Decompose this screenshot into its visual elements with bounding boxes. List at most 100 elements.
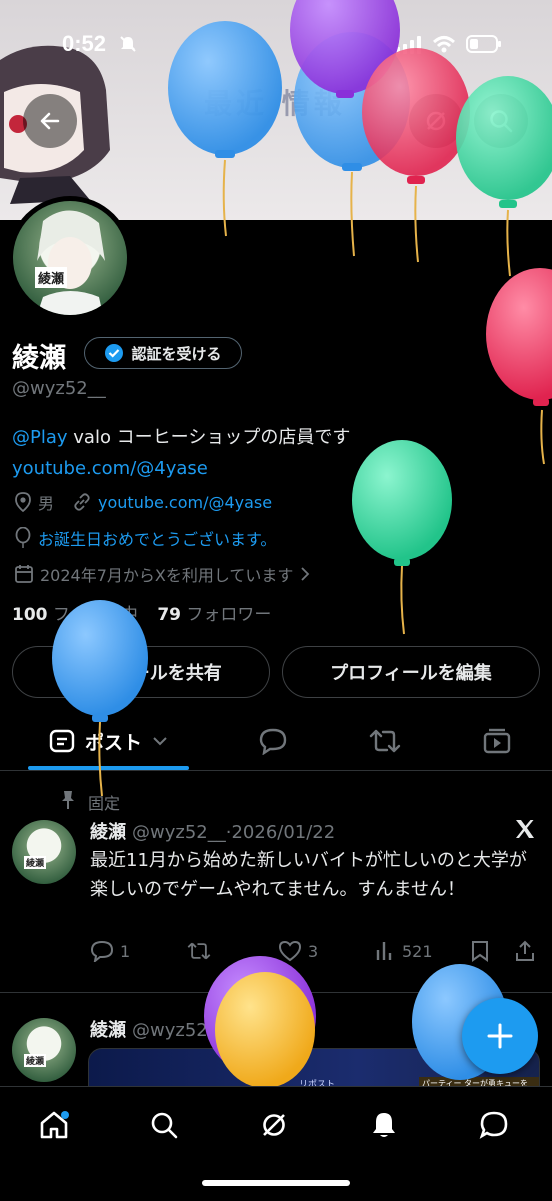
display-name: 綾瀬 xyxy=(12,343,66,374)
share-profile-button[interactable]: プロフィールを共有 xyxy=(12,646,270,698)
profile-meta-location-link: 男 youtube.com/@4yase xyxy=(14,490,272,514)
reply-count: 1 xyxy=(120,941,131,961)
signal-icon xyxy=(396,36,421,54)
profile-joined-row[interactable]: 2024年7月からXを利用しています xyxy=(14,562,311,586)
location-icon xyxy=(15,492,31,512)
following-link[interactable]: 100 フォロー中 xyxy=(12,605,138,625)
home-indicator xyxy=(202,1180,350,1186)
verified-badge-icon xyxy=(105,344,124,362)
follow-counts: 100 フォロー中 79 フォロワー xyxy=(12,600,271,625)
avatar-image: 綾瀬 xyxy=(13,201,127,315)
profile-tabs: ポスト xyxy=(0,712,552,771)
link-icon xyxy=(74,493,90,511)
profile-avatar[interactable]: 綾瀬 xyxy=(8,196,132,320)
nav-explore[interactable] xyxy=(144,1105,184,1145)
reply-button[interactable]: 1 xyxy=(90,940,130,962)
views-icon xyxy=(376,942,392,960)
plus-icon xyxy=(487,1023,513,1049)
replies-icon xyxy=(259,728,287,755)
chevron-right-icon xyxy=(301,567,310,581)
avatar-label: 綾瀬 xyxy=(35,267,68,288)
status-time: 0:52 xyxy=(62,31,107,56)
views-button[interactable]: 521 xyxy=(374,940,433,962)
repost-button[interactable] xyxy=(186,940,212,962)
back-arrow-icon xyxy=(40,112,60,130)
edit-profile-button[interactable]: プロフィールを編集 xyxy=(282,646,540,698)
bio-url-link[interactable]: youtube.com/@4yase xyxy=(12,458,208,479)
nav-grok[interactable] xyxy=(254,1105,294,1145)
profile-website-link[interactable]: youtube.com/@4yase xyxy=(98,493,272,512)
profile-handle: @wyz52__ xyxy=(12,378,106,399)
compose-post-button[interactable] xyxy=(462,998,538,1074)
post-date: ·2026/01/22 xyxy=(225,822,336,843)
post-avatar[interactable]: 綾瀬 xyxy=(12,820,76,884)
pinned-post[interactable]: 固定 綾瀬 綾瀬 @wyz52__·2026/01/22 最近11月から始めた新し… xyxy=(0,780,552,992)
pinned-label: 固定 xyxy=(88,794,121,813)
post-header: 綾瀬 @wyz52 xyxy=(90,1016,208,1042)
profile-joined: 2024年7月からXを利用しています xyxy=(40,566,294,585)
tab-active-indicator xyxy=(28,766,189,770)
reply-icon xyxy=(90,940,114,962)
tab-replies[interactable] xyxy=(244,712,302,770)
nav-home[interactable] xyxy=(34,1105,74,1145)
explore-icon xyxy=(151,1112,178,1139)
bookmark-icon xyxy=(472,941,488,962)
followers-count: 79 xyxy=(157,605,181,625)
like-icon xyxy=(278,940,302,962)
back-button[interactable] xyxy=(23,94,77,148)
post-author-handle: @wyz52 xyxy=(132,1020,208,1041)
post-author-name[interactable]: 綾瀬 xyxy=(90,822,126,843)
battery-icon xyxy=(466,35,501,53)
wifi-icon xyxy=(432,36,456,53)
following-count: 100 xyxy=(12,605,48,625)
retweet-icon xyxy=(369,729,401,753)
profile-birthday-row: お誕生日おめでとうございます。 xyxy=(14,526,276,550)
views-count: 521 xyxy=(402,941,433,961)
notifications-icon xyxy=(373,1113,395,1137)
followers-label: フォロワー xyxy=(186,605,272,625)
search-icon xyxy=(490,110,513,133)
profile-birthday: お誕生日おめでとうございます。 xyxy=(38,530,277,549)
bookmark-button[interactable] xyxy=(470,940,490,962)
bio-text: valo コーヒーショップの店員です xyxy=(67,427,351,448)
like-button[interactable]: 3 xyxy=(278,940,318,962)
nav-messages[interactable] xyxy=(474,1105,514,1145)
nav-notifications[interactable] xyxy=(364,1105,404,1145)
tab-posts-label: ポスト xyxy=(84,731,142,754)
tab-reposts[interactable] xyxy=(356,712,414,770)
share-button[interactable] xyxy=(514,940,536,962)
profile-bio: @Play valo コーヒーショップの店員です youtube.com/@4y… xyxy=(12,422,532,484)
post-author-handle: @wyz52__ xyxy=(132,822,226,843)
tab-media[interactable] xyxy=(468,712,526,770)
post-header: 綾瀬 @wyz52__·2026/01/22 xyxy=(90,818,335,844)
bio-mention-link[interactable]: @Play xyxy=(12,427,68,448)
post-text: 最近11月から始めた新しいバイトが忙しいのと大学が楽しいのでゲームやれてません。… xyxy=(90,850,527,900)
grok-nav-icon xyxy=(263,1114,285,1136)
search-button[interactable] xyxy=(474,94,528,148)
followers-link[interactable]: 79 フォロワー xyxy=(157,605,271,625)
silent-mode-icon xyxy=(120,36,136,52)
pin-icon xyxy=(62,791,74,809)
media-icon xyxy=(483,728,511,754)
balloon-icon xyxy=(15,527,31,548)
calendar-icon xyxy=(15,565,33,583)
like-count: 3 xyxy=(308,941,319,961)
messages-icon xyxy=(479,1111,508,1139)
following-label: フォロー中 xyxy=(52,605,138,625)
post-avatar[interactable]: 綾瀬 xyxy=(12,1018,76,1082)
grok-button[interactable] xyxy=(409,94,463,148)
post-divider xyxy=(0,992,552,993)
post-author-name[interactable]: 綾瀬 xyxy=(90,1020,126,1041)
posts-icon xyxy=(49,729,75,753)
get-verified-label: 認証を受ける xyxy=(131,344,222,363)
chevron-down-icon[interactable] xyxy=(152,735,168,747)
status-bar: 0:52 xyxy=(0,0,552,92)
tab-posts[interactable]: ポスト xyxy=(28,712,189,770)
x-logo-icon xyxy=(516,820,534,838)
share-icon xyxy=(516,940,534,961)
retweet-icon xyxy=(187,942,211,960)
home-icon xyxy=(40,1111,69,1139)
grok-icon xyxy=(426,111,446,131)
profile-location: 男 xyxy=(38,494,55,513)
get-verified-button[interactable]: 認証を受ける xyxy=(84,337,242,369)
